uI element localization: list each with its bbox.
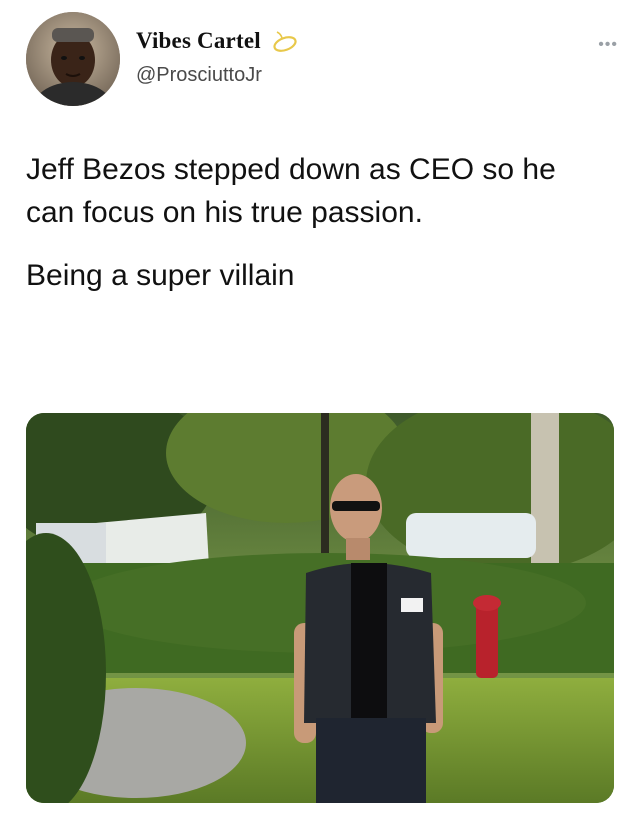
avatar[interactable] — [26, 12, 120, 106]
user-handle[interactable]: @ProsciuttoJr — [136, 64, 262, 87]
display-name[interactable]: Vibes Cartel — [136, 28, 261, 54]
more-dots-icon[interactable]: ••• — [598, 36, 618, 54]
tweet-photo[interactable] — [26, 413, 614, 803]
halo-icon — [273, 31, 297, 52]
tweet-paragraph-2: Being a super villain — [26, 259, 295, 292]
tweet-text: Jeff Bezos stepped down as CEO so he can… — [26, 148, 606, 297]
name-row: Vibes Cartel — [136, 26, 299, 56]
tweet-paragraph-1: Jeff Bezos stepped down as CEO so he can… — [26, 153, 556, 229]
